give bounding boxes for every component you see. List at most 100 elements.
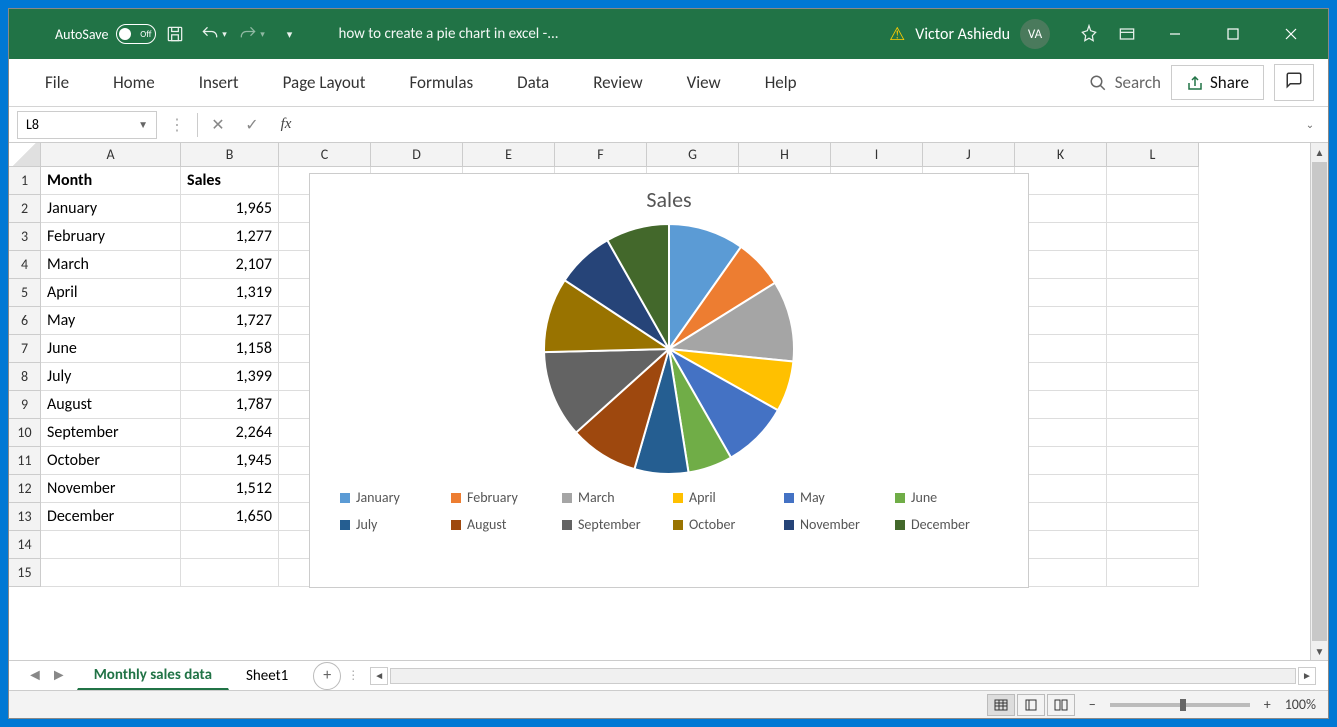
cell[interactable]: November <box>41 475 181 503</box>
sheet-nav-next-icon[interactable]: ► <box>51 666 67 685</box>
fx-icon[interactable]: fx <box>272 111 300 139</box>
tab-file[interactable]: File <box>23 59 91 106</box>
ribbon-display-icon[interactable] <box>1108 15 1146 53</box>
col-header[interactable]: I <box>831 143 923 167</box>
tab-help[interactable]: Help <box>743 59 819 106</box>
cell[interactable] <box>1107 531 1199 559</box>
horizontal-scrollbar[interactable]: ◄ ► <box>366 667 1320 685</box>
row-header[interactable]: 5 <box>9 279 41 307</box>
close-button[interactable] <box>1262 9 1320 59</box>
sheet-tab[interactable]: Monthly sales data <box>77 661 229 690</box>
row-header[interactable]: 2 <box>9 195 41 223</box>
cell[interactable]: July <box>41 363 181 391</box>
cell[interactable] <box>1107 559 1199 587</box>
col-header[interactable]: K <box>1015 143 1107 167</box>
tab-grip-icon[interactable]: ⋮ <box>341 668 366 683</box>
autosave-toggle[interactable]: AutoSave Off <box>55 24 156 44</box>
sheet-tab[interactable]: Sheet1 <box>229 662 305 690</box>
cell[interactable] <box>1107 195 1199 223</box>
col-header[interactable]: F <box>555 143 647 167</box>
scroll-down-icon[interactable]: ▼ <box>1311 642 1328 660</box>
col-header[interactable]: A <box>41 143 181 167</box>
cell[interactable]: April <box>41 279 181 307</box>
cell[interactable] <box>1107 279 1199 307</box>
cell[interactable]: December <box>41 503 181 531</box>
tab-data[interactable]: Data <box>495 59 571 106</box>
cell[interactable] <box>41 559 181 587</box>
tab-formulas[interactable]: Formulas <box>387 59 495 106</box>
col-header[interactable]: E <box>463 143 555 167</box>
cell[interactable] <box>181 531 279 559</box>
tab-insert[interactable]: Insert <box>177 59 261 106</box>
scroll-right-icon[interactable]: ► <box>1298 667 1316 685</box>
cell[interactable] <box>1107 391 1199 419</box>
cell[interactable]: 1,277 <box>181 223 279 251</box>
name-box[interactable]: L8 ▼ <box>17 111 157 139</box>
save-icon[interactable] <box>156 15 194 53</box>
scroll-left-icon[interactable]: ◄ <box>370 667 388 685</box>
cell[interactable]: January <box>41 195 181 223</box>
zoom-slider[interactable] <box>1110 703 1250 707</box>
page-layout-view-icon[interactable] <box>1017 694 1045 716</box>
cell[interactable] <box>1107 503 1199 531</box>
redo-icon[interactable]: ▾ <box>232 15 270 53</box>
cell[interactable]: 2,107 <box>181 251 279 279</box>
tab-view[interactable]: View <box>665 59 743 106</box>
pie-chart[interactable]: Sales JanuaryFebruaryMarchAprilMayJuneJu… <box>309 173 1029 588</box>
search-box[interactable]: Search <box>1089 72 1161 93</box>
cell[interactable]: May <box>41 307 181 335</box>
cell[interactable]: August <box>41 391 181 419</box>
add-sheet-button[interactable]: + <box>313 662 341 690</box>
expand-formula-bar-icon[interactable]: ⌄ <box>1300 118 1320 131</box>
cell[interactable] <box>1107 363 1199 391</box>
row-header[interactable]: 13 <box>9 503 41 531</box>
row-header[interactable]: 8 <box>9 363 41 391</box>
sheet-nav-prev-icon[interactable]: ◄ <box>27 666 43 685</box>
select-all-corner[interactable] <box>9 143 41 167</box>
user-account[interactable]: ⚠ Victor Ashiedu VA <box>889 19 1050 49</box>
cell[interactable] <box>181 559 279 587</box>
customize-qat-icon[interactable]: ▾ <box>270 15 308 53</box>
zoom-out-button[interactable]: − <box>1089 696 1096 713</box>
cell[interactable]: 1,512 <box>181 475 279 503</box>
col-header[interactable]: J <box>923 143 1015 167</box>
undo-icon[interactable]: ▾ <box>194 15 232 53</box>
cell[interactable]: 1,965 <box>181 195 279 223</box>
row-header[interactable]: 6 <box>9 307 41 335</box>
cell[interactable]: 1,319 <box>181 279 279 307</box>
col-header[interactable]: D <box>371 143 463 167</box>
cell[interactable] <box>1107 447 1199 475</box>
page-break-view-icon[interactable] <box>1047 694 1075 716</box>
cell[interactable]: 1,727 <box>181 307 279 335</box>
row-header[interactable]: 7 <box>9 335 41 363</box>
row-header[interactable]: 9 <box>9 391 41 419</box>
row-header[interactable]: 3 <box>9 223 41 251</box>
cell[interactable] <box>1107 251 1199 279</box>
comments-button[interactable] <box>1274 64 1314 101</box>
cancel-icon[interactable]: ✕ <box>204 111 232 139</box>
cell[interactable]: March <box>41 251 181 279</box>
cell[interactable]: Month <box>41 167 181 195</box>
col-header[interactable]: C <box>279 143 371 167</box>
row-header[interactable]: 11 <box>9 447 41 475</box>
tab-home[interactable]: Home <box>91 59 177 106</box>
cell[interactable]: Sales <box>181 167 279 195</box>
formula-menu-icon[interactable]: ⋮ <box>163 111 191 139</box>
col-header[interactable]: B <box>181 143 279 167</box>
cell[interactable]: 2,264 <box>181 419 279 447</box>
cell[interactable]: February <box>41 223 181 251</box>
cell[interactable]: 1,399 <box>181 363 279 391</box>
enter-icon[interactable]: ✓ <box>238 111 266 139</box>
col-header[interactable]: G <box>647 143 739 167</box>
col-header[interactable]: H <box>739 143 831 167</box>
maximize-button[interactable] <box>1204 9 1262 59</box>
normal-view-icon[interactable] <box>987 694 1015 716</box>
cell[interactable] <box>41 531 181 559</box>
cell[interactable]: 1,158 <box>181 335 279 363</box>
share-button[interactable]: Share <box>1171 65 1264 100</box>
cell[interactable] <box>1107 307 1199 335</box>
cell[interactable] <box>1107 223 1199 251</box>
cell[interactable]: 1,650 <box>181 503 279 531</box>
tab-page-layout[interactable]: Page Layout <box>261 59 388 106</box>
zoom-in-button[interactable]: + <box>1264 696 1271 713</box>
